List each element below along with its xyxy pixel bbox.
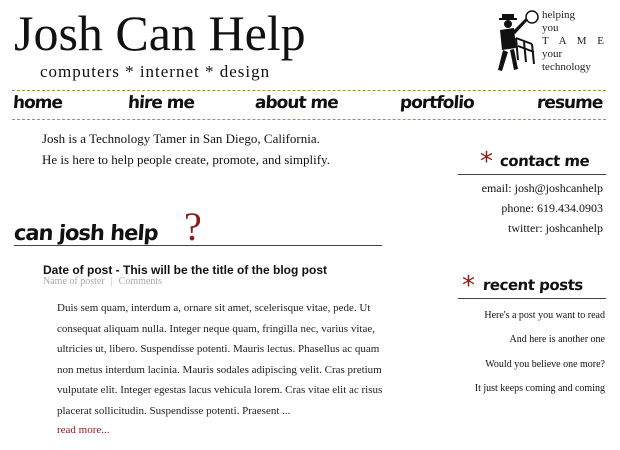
- post-author[interactable]: Name of poster: [43, 276, 105, 287]
- recent-post-link[interactable]: And here is another one: [448, 328, 605, 352]
- nav-about-me[interactable]: about me: [254, 93, 338, 113]
- slogan-line: T A M E: [542, 35, 609, 47]
- post-body: Duis sem quam, interdum a, ornare sit am…: [57, 302, 383, 417]
- nav-hire-me[interactable]: hire me: [127, 93, 194, 113]
- asterisk-icon: *: [480, 147, 493, 177]
- recent-posts-heading: * recent posts: [458, 271, 606, 301]
- intro-line: Josh is a Technology Tamer in San Diego,…: [42, 131, 320, 146]
- question-mark-icon: ?: [184, 204, 202, 249]
- asterisk-icon: *: [462, 271, 475, 301]
- slogan-line: technology: [542, 61, 591, 73]
- contact-heading-text: contact me: [499, 152, 590, 170]
- contact-heading: * contact me: [458, 147, 606, 177]
- recent-posts-heading-text: recent posts: [482, 276, 584, 294]
- site-title[interactable]: Josh Can Help: [14, 8, 306, 58]
- nav-resume[interactable]: resume: [536, 93, 603, 113]
- contact-twitter[interactable]: twitter: joshcanhelp: [440, 218, 603, 238]
- contact-email[interactable]: email: josh@joshcanhelp: [440, 178, 603, 198]
- nav-portfolio[interactable]: portfolio: [399, 93, 474, 113]
- slogan-line: you: [542, 22, 559, 34]
- section-heading: can josh help ?: [13, 204, 382, 249]
- recent-post-link[interactable]: Here's a post you want to read: [448, 304, 605, 328]
- post-comments-link[interactable]: Comments: [119, 276, 162, 287]
- contact-info: email: josh@joshcanhelp phone: 619.434.0…: [440, 178, 603, 238]
- recent-posts-list: Here's a post you want to read And here …: [448, 304, 605, 401]
- tamer-logo-icon: [488, 8, 542, 74]
- nav-home[interactable]: home: [12, 93, 62, 113]
- site-tagline: computers * internet * design: [40, 62, 271, 81]
- meta-separator: |: [110, 276, 113, 287]
- post-title[interactable]: Date of post - This will be the title of…: [43, 263, 327, 277]
- section-heading-text: can josh help: [13, 221, 159, 245]
- recent-post-link[interactable]: It just keeps coming and coming: [448, 377, 605, 401]
- read-more-link[interactable]: read more...: [57, 424, 110, 436]
- recent-post-link[interactable]: Would you believe one more?: [448, 353, 605, 377]
- slogan-line: your: [542, 48, 563, 60]
- post-meta: Name of poster | Comments: [43, 276, 162, 287]
- site-slogan: helping you T A M E your technology: [542, 9, 608, 74]
- intro-text: Josh is a Technology Tamer in San Diego,…: [42, 128, 330, 170]
- contact-phone: phone: 619.434.0903: [501, 201, 603, 215]
- slogan-line: helping: [542, 9, 575, 21]
- main-nav: home hire me about me portfolio resume: [12, 90, 606, 120]
- intro-line: He is here to help people create, promot…: [42, 152, 330, 167]
